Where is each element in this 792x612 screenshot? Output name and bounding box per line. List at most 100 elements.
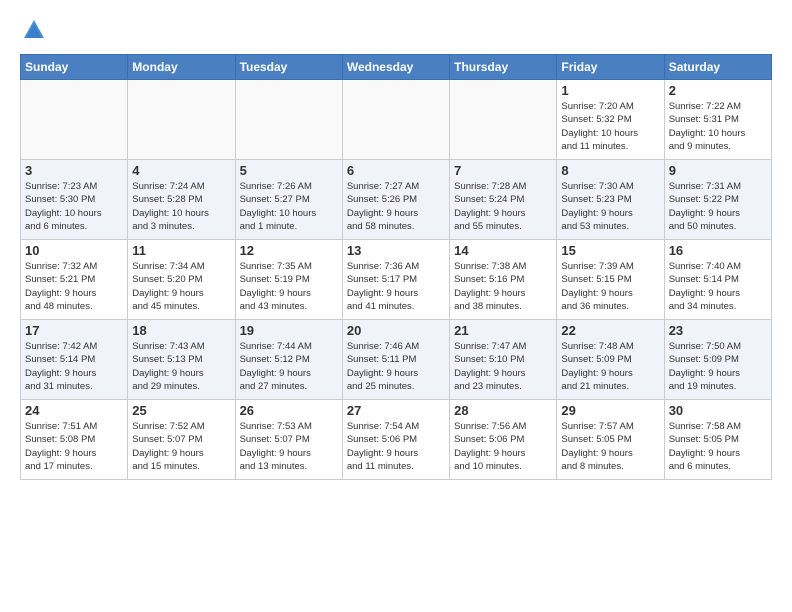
day-cell: 11Sunrise: 7:34 AM Sunset: 5:20 PM Dayli… (128, 240, 235, 320)
day-cell: 1 Sunrise: 7:20 AM Sunset: 5:32 PM Daylig… (557, 80, 664, 160)
calendar-table: SundayMondayTuesdayWednesdayThursdayFrid… (20, 54, 772, 480)
day-info: Sunrise: 7:32 AM Sunset: 5:21 PM Dayligh… (25, 260, 123, 313)
day-info: Sunrise: 7:54 AM Sunset: 5:06 PM Dayligh… (347, 420, 445, 473)
weekday-header-friday: Friday (557, 55, 664, 80)
day-cell: 20 Sunrise: 7:46 AM Sunset: 5:11 PM Dayli… (342, 320, 449, 400)
day-cell: 18 Sunrise: 7:43 AM Sunset: 5:13 PM Dayli… (128, 320, 235, 400)
weekday-header-saturday: Saturday (664, 55, 771, 80)
day-cell (450, 80, 557, 160)
day-cell: 26 Sunrise: 7:53 AM Sunset: 5:07 PM Dayli… (235, 400, 342, 480)
day-cell: 7Sunrise: 7:28 AM Sunset: 5:24 PM Daylig… (450, 160, 557, 240)
day-number: 22 (561, 323, 659, 338)
day-cell: 19 Sunrise: 7:44 AM Sunset: 5:12 PM Dayli… (235, 320, 342, 400)
day-info: Sunrise: 7:35 AM Sunset: 5:19 PM Dayligh… (240, 260, 338, 313)
day-cell (342, 80, 449, 160)
day-number: 9 (669, 163, 767, 178)
day-cell: 9 Sunrise: 7:31 AM Sunset: 5:22 PM Daylig… (664, 160, 771, 240)
day-info: Sunrise: 7:39 AM Sunset: 5:15 PM Dayligh… (561, 260, 659, 313)
week-row-1: 1 Sunrise: 7:20 AM Sunset: 5:32 PM Daylig… (21, 80, 772, 160)
day-number: 30 (669, 403, 767, 418)
day-info: Sunrise: 7:46 AM Sunset: 5:11 PM Dayligh… (347, 340, 445, 393)
weekday-header-sunday: Sunday (21, 55, 128, 80)
day-info: Sunrise: 7:50 AM Sunset: 5:09 PM Dayligh… (669, 340, 767, 393)
day-cell: 23 Sunrise: 7:50 AM Sunset: 5:09 PM Dayli… (664, 320, 771, 400)
day-number: 29 (561, 403, 659, 418)
day-cell: 29 Sunrise: 7:57 AM Sunset: 5:05 PM Dayli… (557, 400, 664, 480)
day-number: 18 (132, 323, 230, 338)
day-cell: 4 Sunrise: 7:24 AM Sunset: 5:28 PM Daylig… (128, 160, 235, 240)
day-number: 13 (347, 243, 445, 258)
day-info: Sunrise: 7:43 AM Sunset: 5:13 PM Dayligh… (132, 340, 230, 393)
day-cell: 21Sunrise: 7:47 AM Sunset: 5:10 PM Dayli… (450, 320, 557, 400)
day-number: 2 (669, 83, 767, 98)
day-number: 5 (240, 163, 338, 178)
day-number: 23 (669, 323, 767, 338)
day-info: Sunrise: 7:34 AM Sunset: 5:20 PM Dayligh… (132, 260, 230, 313)
day-info: Sunrise: 7:57 AM Sunset: 5:05 PM Dayligh… (561, 420, 659, 473)
day-info: Sunrise: 7:48 AM Sunset: 5:09 PM Dayligh… (561, 340, 659, 393)
day-number: 24 (25, 403, 123, 418)
day-cell: 12 Sunrise: 7:35 AM Sunset: 5:19 PM Dayli… (235, 240, 342, 320)
day-number: 17 (25, 323, 123, 338)
day-info: Sunrise: 7:51 AM Sunset: 5:08 PM Dayligh… (25, 420, 123, 473)
day-info: Sunrise: 7:26 AM Sunset: 5:27 PM Dayligh… (240, 180, 338, 233)
day-number: 26 (240, 403, 338, 418)
logo (20, 16, 52, 44)
day-cell: 3 Sunrise: 7:23 AM Sunset: 5:30 PM Daylig… (21, 160, 128, 240)
day-info: Sunrise: 7:53 AM Sunset: 5:07 PM Dayligh… (240, 420, 338, 473)
day-cell: 5 Sunrise: 7:26 AM Sunset: 5:27 PM Daylig… (235, 160, 342, 240)
week-row-4: 17 Sunrise: 7:42 AM Sunset: 5:14 PM Dayli… (21, 320, 772, 400)
day-info: Sunrise: 7:31 AM Sunset: 5:22 PM Dayligh… (669, 180, 767, 233)
day-number: 15 (561, 243, 659, 258)
day-cell (235, 80, 342, 160)
day-info: Sunrise: 7:58 AM Sunset: 5:05 PM Dayligh… (669, 420, 767, 473)
day-cell (21, 80, 128, 160)
day-cell: 24 Sunrise: 7:51 AM Sunset: 5:08 PM Dayli… (21, 400, 128, 480)
day-cell: 16Sunrise: 7:40 AM Sunset: 5:14 PM Dayli… (664, 240, 771, 320)
day-cell: 8 Sunrise: 7:30 AM Sunset: 5:23 PM Daylig… (557, 160, 664, 240)
day-cell: 25 Sunrise: 7:52 AM Sunset: 5:07 PM Dayli… (128, 400, 235, 480)
day-info: Sunrise: 7:20 AM Sunset: 5:32 PM Dayligh… (561, 100, 659, 153)
day-cell: 27 Sunrise: 7:54 AM Sunset: 5:06 PM Dayli… (342, 400, 449, 480)
page: SundayMondayTuesdayWednesdayThursdayFrid… (0, 0, 792, 490)
day-cell: 13Sunrise: 7:36 AM Sunset: 5:17 PM Dayli… (342, 240, 449, 320)
day-info: Sunrise: 7:22 AM Sunset: 5:31 PM Dayligh… (669, 100, 767, 153)
weekday-header-row: SundayMondayTuesdayWednesdayThursdayFrid… (21, 55, 772, 80)
day-info: Sunrise: 7:52 AM Sunset: 5:07 PM Dayligh… (132, 420, 230, 473)
day-number: 28 (454, 403, 552, 418)
day-info: Sunrise: 7:47 AM Sunset: 5:10 PM Dayligh… (454, 340, 552, 393)
day-number: 8 (561, 163, 659, 178)
header (20, 16, 772, 44)
week-row-3: 10Sunrise: 7:32 AM Sunset: 5:21 PM Dayli… (21, 240, 772, 320)
day-info: Sunrise: 7:42 AM Sunset: 5:14 PM Dayligh… (25, 340, 123, 393)
day-cell: 30 Sunrise: 7:58 AM Sunset: 5:05 PM Dayli… (664, 400, 771, 480)
logo-icon (20, 16, 48, 44)
day-number: 3 (25, 163, 123, 178)
day-number: 20 (347, 323, 445, 338)
day-info: Sunrise: 7:24 AM Sunset: 5:28 PM Dayligh… (132, 180, 230, 233)
day-cell: 2 Sunrise: 7:22 AM Sunset: 5:31 PM Daylig… (664, 80, 771, 160)
day-info: Sunrise: 7:28 AM Sunset: 5:24 PM Dayligh… (454, 180, 552, 233)
weekday-header-wednesday: Wednesday (342, 55, 449, 80)
day-number: 1 (561, 83, 659, 98)
day-cell: 6Sunrise: 7:27 AM Sunset: 5:26 PM Daylig… (342, 160, 449, 240)
day-cell (128, 80, 235, 160)
day-number: 6 (347, 163, 445, 178)
day-number: 19 (240, 323, 338, 338)
day-cell: 17 Sunrise: 7:42 AM Sunset: 5:14 PM Dayli… (21, 320, 128, 400)
day-info: Sunrise: 7:56 AM Sunset: 5:06 PM Dayligh… (454, 420, 552, 473)
weekday-header-tuesday: Tuesday (235, 55, 342, 80)
day-info: Sunrise: 7:23 AM Sunset: 5:30 PM Dayligh… (25, 180, 123, 233)
day-cell: 14Sunrise: 7:38 AM Sunset: 5:16 PM Dayli… (450, 240, 557, 320)
day-number: 12 (240, 243, 338, 258)
day-cell: 28 Sunrise: 7:56 AM Sunset: 5:06 PM Dayli… (450, 400, 557, 480)
day-cell: 10Sunrise: 7:32 AM Sunset: 5:21 PM Dayli… (21, 240, 128, 320)
day-number: 27 (347, 403, 445, 418)
day-info: Sunrise: 7:44 AM Sunset: 5:12 PM Dayligh… (240, 340, 338, 393)
day-cell: 22 Sunrise: 7:48 AM Sunset: 5:09 PM Dayli… (557, 320, 664, 400)
day-cell: 15 Sunrise: 7:39 AM Sunset: 5:15 PM Dayli… (557, 240, 664, 320)
day-number: 4 (132, 163, 230, 178)
day-info: Sunrise: 7:30 AM Sunset: 5:23 PM Dayligh… (561, 180, 659, 233)
day-number: 25 (132, 403, 230, 418)
day-number: 14 (454, 243, 552, 258)
